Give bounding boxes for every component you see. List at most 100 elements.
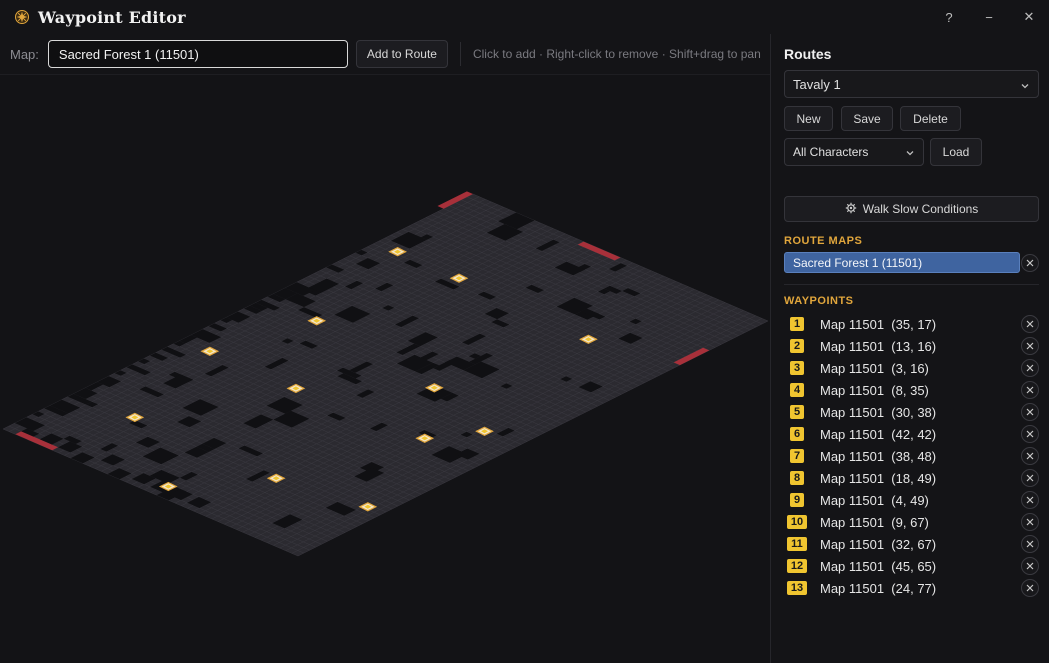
remove-waypoint-button[interactable] — [1021, 315, 1039, 333]
remove-waypoint-button[interactable] — [1021, 469, 1039, 487]
remove-route-map-button[interactable] — [1021, 254, 1039, 272]
waypoint-label: Map 11501 (42, 42) — [820, 426, 937, 442]
waypoints-title: WAYPOINTS — [784, 295, 854, 307]
close-icon — [1026, 584, 1034, 592]
chevron-down-icon — [1020, 79, 1030, 94]
close-icon — [1026, 259, 1034, 267]
waypoint-row[interactable]: 8 Map 11501 (18, 49) — [784, 467, 1039, 489]
gear-icon — [845, 202, 857, 217]
waypoint-label: Map 11501 (9, 67) — [820, 514, 929, 530]
remove-waypoint-button[interactable] — [1021, 381, 1039, 399]
waypoint-row[interactable]: 4 Map 11501 (8, 35) — [784, 379, 1039, 401]
waypoint-number-badge: 3 — [790, 361, 804, 375]
remove-waypoint-button[interactable] — [1021, 513, 1039, 531]
waypoint-row[interactable]: 3 Map 11501 (3, 16) — [784, 357, 1039, 379]
remove-waypoint-button[interactable] — [1021, 491, 1039, 509]
waypoint-row[interactable]: 1 Map 11501 (35, 17) — [784, 313, 1039, 335]
waypoint-label: Map 11501 (4, 49) — [820, 492, 929, 508]
close-icon — [1026, 562, 1034, 570]
waypoint-label: Map 11501 (3, 16) — [820, 360, 929, 376]
close-icon — [1026, 496, 1034, 504]
waypoint-label: Map 11501 (38, 48) — [820, 448, 937, 464]
waypoint-number-badge: 2 — [790, 339, 804, 353]
close-icon — [1026, 452, 1034, 460]
close-icon — [1026, 540, 1034, 548]
close-icon — [1026, 342, 1034, 350]
close-icon — [1026, 386, 1034, 394]
route-maps-title: ROUTE MAPS — [784, 235, 863, 247]
routes-panel: Routes Tavaly 1 New Save Delete All Char… — [770, 34, 1049, 663]
routes-title: Routes — [784, 46, 832, 62]
waypoint-row[interactable]: 2 Map 11501 (13, 16) — [784, 335, 1039, 357]
remove-waypoint-button[interactable] — [1021, 359, 1039, 377]
waypoint-number-badge: 5 — [790, 405, 804, 419]
waypoint-row[interactable]: 5 Map 11501 (30, 38) — [784, 401, 1039, 423]
waypoint-row[interactable]: 9 Map 11501 (4, 49) — [784, 489, 1039, 511]
remove-waypoint-button[interactable] — [1021, 535, 1039, 553]
waypoint-row[interactable]: 11 Map 11501 (32, 67) — [784, 533, 1039, 555]
waypoint-label: Map 11501 (30, 38) — [820, 404, 937, 420]
waypoint-number-badge: 4 — [790, 383, 804, 397]
load-button[interactable]: Load — [930, 138, 982, 166]
waypoint-number-badge: 9 — [790, 493, 804, 507]
toolbar-divider — [459, 42, 461, 66]
waypoint-label: Map 11501 (35, 17) — [820, 316, 937, 332]
close-icon — [1026, 364, 1034, 372]
waypoint-number-badge: 7 — [790, 449, 804, 463]
waypoint-label: Map 11501 (13, 16) — [820, 338, 937, 354]
waypoint-label: Map 11501 (24, 77) — [820, 580, 937, 596]
waypoint-row[interactable]: 13 Map 11501 (24, 77) — [784, 577, 1039, 599]
app-logo-icon — [14, 9, 30, 25]
new-route-button[interactable]: New — [784, 106, 833, 131]
character-select-value: All Characters — [793, 145, 869, 159]
remove-waypoint-button[interactable] — [1021, 579, 1039, 597]
close-icon — [1026, 518, 1034, 526]
route-select[interactable]: Tavaly 1 — [784, 70, 1039, 98]
close-window-button[interactable]: ✕ — [1009, 0, 1049, 34]
waypoint-number-badge: 1 — [790, 317, 804, 331]
waypoint-row[interactable]: 6 Map 11501 (42, 42) — [784, 423, 1039, 445]
map-input[interactable] — [47, 40, 348, 68]
waypoint-row[interactable]: 7 Map 11501 (38, 48) — [784, 445, 1039, 467]
minimize-button[interactable]: − — [969, 0, 1009, 34]
waypoint-number-badge: 11 — [787, 537, 807, 551]
waypoint-number-badge: 8 — [790, 471, 804, 485]
waypoint-label: Map 11501 (18, 49) — [820, 470, 937, 486]
map-label: Map: — [10, 46, 39, 62]
waypoint-row[interactable]: 10 Map 11501 (9, 67) — [784, 511, 1039, 533]
isometric-map[interactable] — [0, 75, 770, 663]
remove-waypoint-button[interactable] — [1021, 447, 1039, 465]
title-bar: Waypoint Editor ? − ✕ — [0, 0, 1049, 34]
remove-waypoint-button[interactable] — [1021, 425, 1039, 443]
close-icon — [1026, 474, 1034, 482]
app-title: Waypoint Editor — [38, 7, 186, 27]
chevron-down-icon — [905, 147, 915, 161]
waypoint-list: 1 Map 11501 (35, 17) 2 Map 11501 (13, 16) 3 M… — [784, 313, 1039, 599]
walk-slow-label: Walk Slow Conditions — [862, 202, 979, 216]
delete-route-button[interactable]: Delete — [900, 106, 961, 131]
map-toolbar: Map: Add to Route Click to add · Right-c… — [0, 34, 770, 75]
close-icon — [1026, 430, 1034, 438]
remove-waypoint-button[interactable] — [1021, 337, 1039, 355]
help-button[interactable]: ? — [929, 0, 969, 34]
window-controls: ? − ✕ — [929, 0, 1049, 34]
waypoint-label: Map 11501 (32, 67) — [820, 536, 937, 552]
waypoint-label: Map 11501 (8, 35) — [820, 382, 929, 398]
route-select-value: Tavaly 1 — [793, 76, 841, 92]
remove-waypoint-button[interactable] — [1021, 557, 1039, 575]
waypoint-number-badge: 10 — [787, 515, 807, 529]
close-icon — [1026, 320, 1034, 328]
waypoint-row[interactable]: 12 Map 11501 (45, 65) — [784, 555, 1039, 577]
section-divider — [784, 284, 1039, 285]
route-map-item[interactable]: Sacred Forest 1 (11501) — [784, 252, 1020, 273]
controls-hint: Click to add · Right-click to remove · S… — [472, 47, 761, 61]
waypoint-number-badge: 12 — [787, 559, 807, 573]
waypoint-label: Map 11501 (45, 65) — [820, 558, 937, 574]
map-canvas[interactable] — [0, 75, 770, 663]
waypoint-number-badge: 6 — [790, 427, 804, 441]
walk-slow-conditions-button[interactable]: Walk Slow Conditions — [784, 196, 1039, 222]
add-to-route-button[interactable]: Add to Route — [355, 40, 448, 68]
save-route-button[interactable]: Save — [841, 106, 893, 131]
remove-waypoint-button[interactable] — [1021, 403, 1039, 421]
character-select[interactable]: All Characters — [784, 138, 924, 166]
